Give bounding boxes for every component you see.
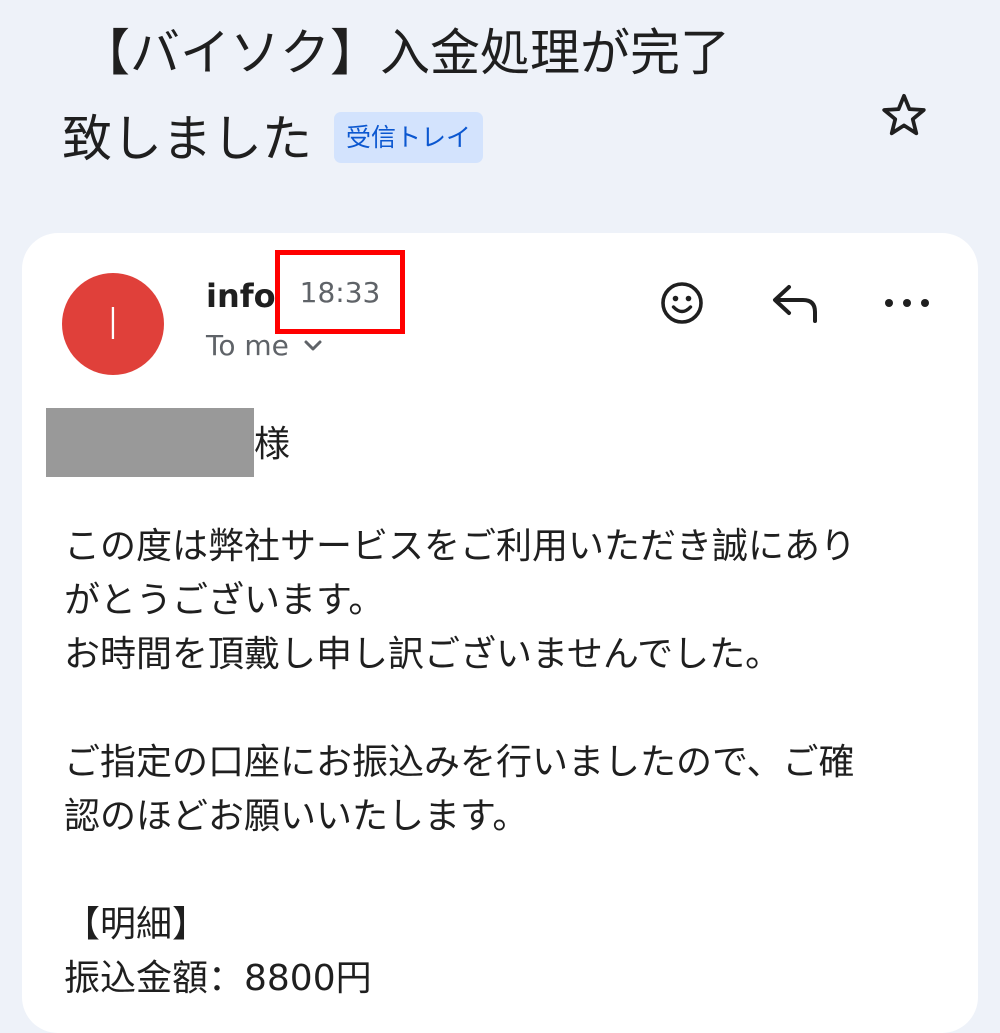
timestamp-highlight: 18:33 <box>275 250 405 334</box>
body-line: 認のほどお願いいたします。 <box>64 796 529 837</box>
more-vert-icon <box>885 299 929 307</box>
sender-name[interactable]: info <box>206 272 276 320</box>
subject-line-1: 【バイソク】入金処理が完了 <box>80 24 730 82</box>
message-body: この度は弊社サービスをご利用いただき誠にあり がとうございます。 お時間を頂戴し… <box>64 520 944 1006</box>
detail-heading: 【明細】 <box>64 904 209 945</box>
avatar[interactable]: I <box>62 273 164 375</box>
body-line: がとうございます。 <box>64 580 385 621</box>
subject-line-2: 致しました 受信トレイ <box>62 96 882 182</box>
chevron-down-icon <box>304 340 322 351</box>
star-button[interactable] <box>874 85 934 145</box>
amount-line: 振込金額：8800円 <box>64 958 372 999</box>
body-line: ご指定の口座にお振込みを行いましたので、ご確 <box>64 742 855 783</box>
star-icon <box>882 93 926 136</box>
more-options-button[interactable] <box>877 273 937 333</box>
inbox-label-badge[interactable]: 受信トレイ <box>334 112 484 163</box>
recipient-toggle[interactable]: To me <box>206 326 323 366</box>
emoji-reaction-icon <box>661 282 703 324</box>
recipient-label: To me <box>206 329 289 362</box>
timestamp: 18:33 <box>299 275 381 309</box>
redacted-name <box>46 408 254 477</box>
emoji-reaction-button[interactable] <box>652 273 712 333</box>
body-line: お時間を頂戴し申し訳ございませんでした。 <box>64 634 782 675</box>
email-subject: 【バイソク】入金処理が完了 致しました 受信トレイ <box>62 10 882 182</box>
reply-button[interactable] <box>765 273 825 333</box>
body-line: この度は弊社サービスをご利用いただき誠にあり <box>64 526 857 567</box>
subject-line-2-text: 致しました <box>62 110 312 168</box>
reply-icon <box>773 285 817 323</box>
salutation-suffix: 様 <box>254 424 291 465</box>
